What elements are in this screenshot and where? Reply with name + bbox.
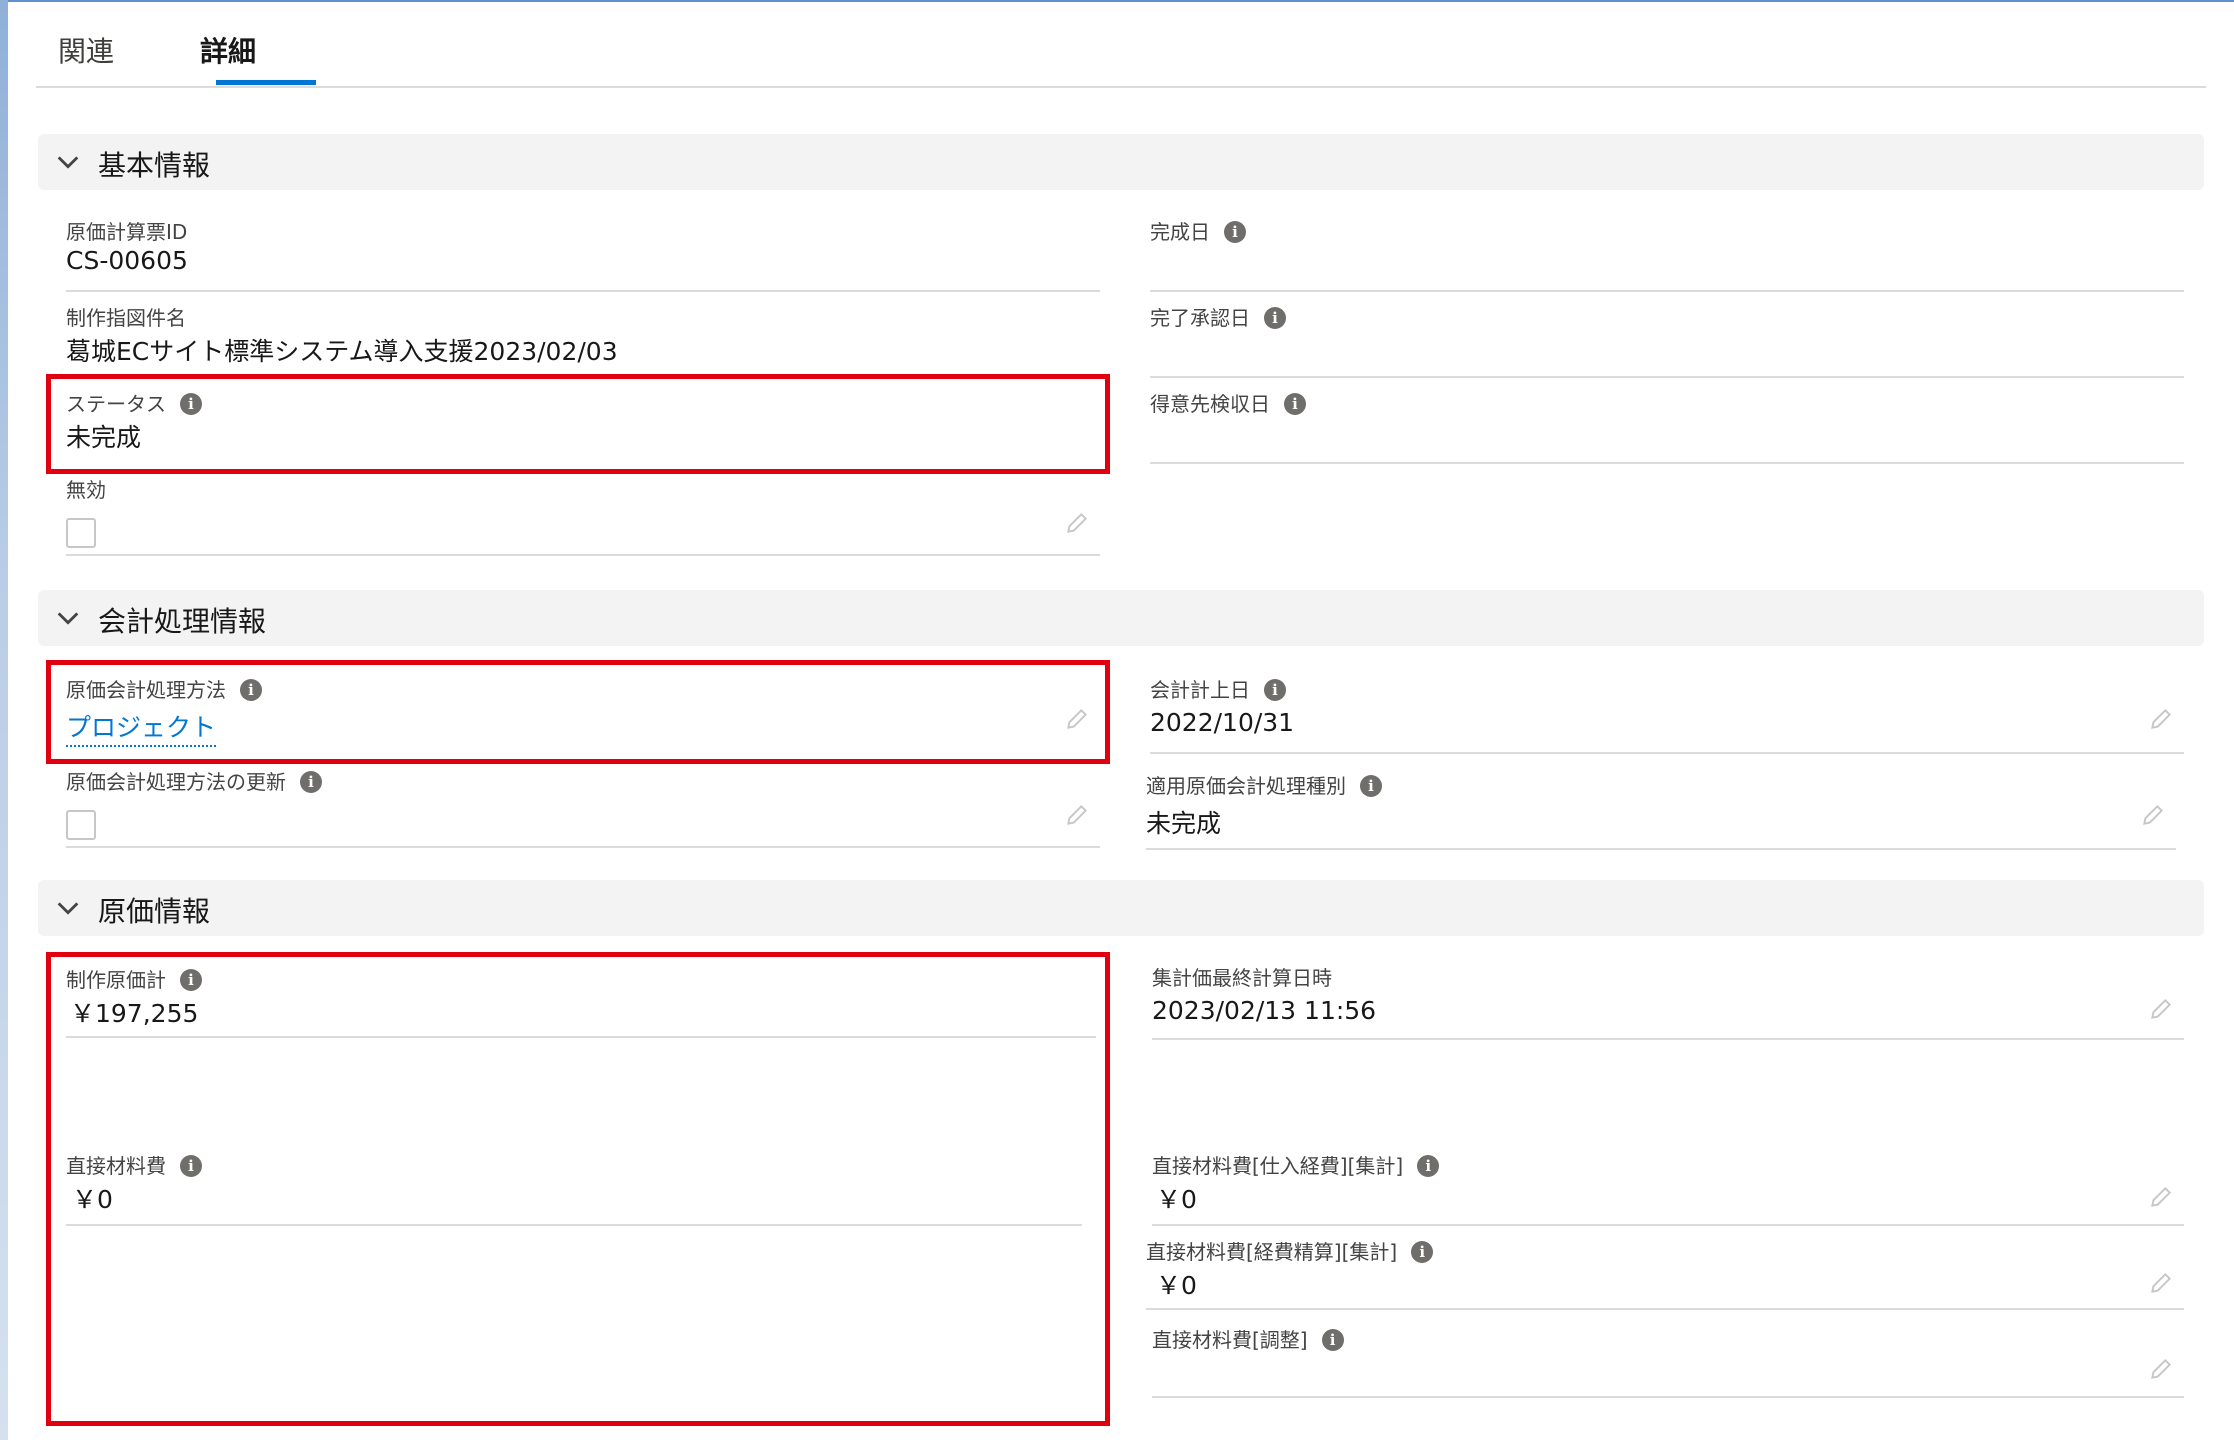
- field-divider: [1150, 752, 2184, 754]
- field-divider: [1146, 1308, 2184, 1310]
- chevron-down-icon: [57, 156, 79, 169]
- tab-details[interactable]: 詳細: [200, 30, 256, 70]
- field-label: 直接材料費[調整] i: [1152, 1324, 1344, 1353]
- field-label: 完成日 i: [1150, 216, 1246, 245]
- section-header-accounting[interactable]: 会計処理情報: [38, 590, 2204, 646]
- window-left-edge: [0, 0, 8, 1440]
- field-label: 適用原価会計処理種別 i: [1146, 770, 1382, 799]
- info-icon[interactable]: i: [1417, 1155, 1440, 1177]
- section-header-cost[interactable]: 原価情報: [38, 880, 2204, 936]
- field-label: 得意先検収日 i: [1150, 388, 1306, 417]
- field-divider: [1150, 376, 2184, 378]
- section-title: 原価情報: [98, 895, 211, 928]
- field-divider: [1152, 1038, 2184, 1040]
- info-icon[interactable]: i: [1264, 679, 1286, 701]
- info-icon[interactable]: i: [300, 771, 322, 793]
- field-direct-material-expense: 直接材料費[経費精算][集計] i ￥0: [1146, 1236, 2184, 1310]
- inactive-checkbox[interactable]: [66, 518, 96, 548]
- pencil-icon[interactable]: [2148, 1356, 2174, 1382]
- field-label: 原価計算票ID: [66, 220, 188, 244]
- field-label: 制作指図件名: [66, 306, 186, 330]
- field-label: 完了承認日 i: [1150, 302, 1286, 331]
- field-applied-cost-accounting-type: 適用原価会計処理種別 i 未完成: [1146, 770, 2176, 850]
- info-icon[interactable]: i: [1264, 307, 1286, 329]
- field-cost-sheet-id: 原価計算票ID CS-00605: [66, 216, 1100, 292]
- field-value: 2022/10/31: [1150, 708, 1295, 737]
- pencil-icon[interactable]: [2148, 706, 2174, 732]
- chevron-down-icon: [57, 612, 79, 625]
- field-completion-date: 完成日 i: [1150, 216, 2184, 292]
- info-icon[interactable]: i: [1360, 775, 1382, 797]
- cost-accounting-method-update-checkbox[interactable]: [66, 810, 96, 840]
- field-label: 会計計上日 i: [1150, 674, 1286, 703]
- field-divider: [1146, 848, 2176, 850]
- field-divider: [1150, 290, 2184, 292]
- highlight-box-cost-fields: [46, 952, 1110, 1426]
- field-value: ￥0: [1156, 1185, 1197, 1214]
- field-divider: [1152, 1396, 2184, 1398]
- tab-related[interactable]: 関連: [58, 30, 114, 70]
- field-value: 未完成: [1146, 809, 1222, 838]
- field-cost-accounting-method-update: 原価会計処理方法の更新 i: [66, 766, 1100, 848]
- field-completion-approval-date: 完了承認日 i: [1150, 302, 2184, 378]
- field-value: 2023/02/13 11:56: [1152, 996, 1377, 1025]
- field-divider: [66, 554, 1100, 556]
- field-value: 葛城ECサイト標準システム導入支援2023/02/03: [66, 337, 618, 366]
- pencil-icon[interactable]: [2148, 1270, 2174, 1296]
- pencil-icon[interactable]: [1064, 802, 1090, 828]
- info-icon[interactable]: i: [1284, 393, 1306, 415]
- field-direct-material-adjust: 直接材料費[調整] i: [1152, 1324, 2184, 1398]
- field-customer-acceptance-date: 得意先検収日 i: [1150, 388, 2184, 464]
- field-label: 原価会計処理方法の更新 i: [66, 766, 322, 795]
- field-divider: [66, 290, 1100, 292]
- tab-active-indicator: [216, 80, 316, 85]
- highlight-box-status: [46, 374, 1110, 474]
- field-label: 直接材料費[経費精算][集計] i: [1146, 1236, 1434, 1265]
- field-divider: [1152, 1224, 2184, 1226]
- section-title: 基本情報: [98, 149, 211, 182]
- section-header-basic[interactable]: 基本情報: [38, 134, 2204, 190]
- section-title: 会計処理情報: [98, 605, 267, 638]
- field-value: CS-00605: [66, 246, 188, 275]
- info-icon[interactable]: i: [1224, 221, 1246, 243]
- pencil-icon[interactable]: [2148, 1184, 2174, 1210]
- field-divider: [1150, 462, 2184, 464]
- pencil-icon[interactable]: [1064, 510, 1090, 536]
- field-direct-material-purchase: 直接材料費[仕入経費][集計] i ￥0: [1152, 1150, 2184, 1226]
- field-accounting-post-date: 会計計上日 i 2022/10/31: [1150, 674, 2184, 754]
- field-label: 集計価最終計算日時: [1152, 966, 1332, 990]
- chevron-down-icon: [57, 902, 79, 915]
- pencil-icon[interactable]: [2148, 996, 2174, 1022]
- field-inactive: 無効: [66, 474, 1100, 556]
- tab-bar: 関連 詳細: [36, 0, 2206, 88]
- field-work-order-name: 制作指図件名 葛城ECサイト標準システム導入支援2023/02/03: [66, 302, 1100, 376]
- field-label: 直接材料費[仕入経費][集計] i: [1152, 1150, 1440, 1179]
- info-icon[interactable]: i: [1321, 1329, 1344, 1351]
- field-aggregate-last-calc: 集計価最終計算日時 2023/02/13 11:56: [1152, 962, 2184, 1040]
- highlight-box-cost-accounting-method: [46, 660, 1110, 764]
- field-label: 無効: [66, 478, 106, 502]
- info-icon[interactable]: i: [1411, 1241, 1434, 1263]
- pencil-icon[interactable]: [2140, 802, 2166, 828]
- field-divider: [66, 846, 1100, 848]
- field-value: ￥0: [1156, 1271, 1197, 1300]
